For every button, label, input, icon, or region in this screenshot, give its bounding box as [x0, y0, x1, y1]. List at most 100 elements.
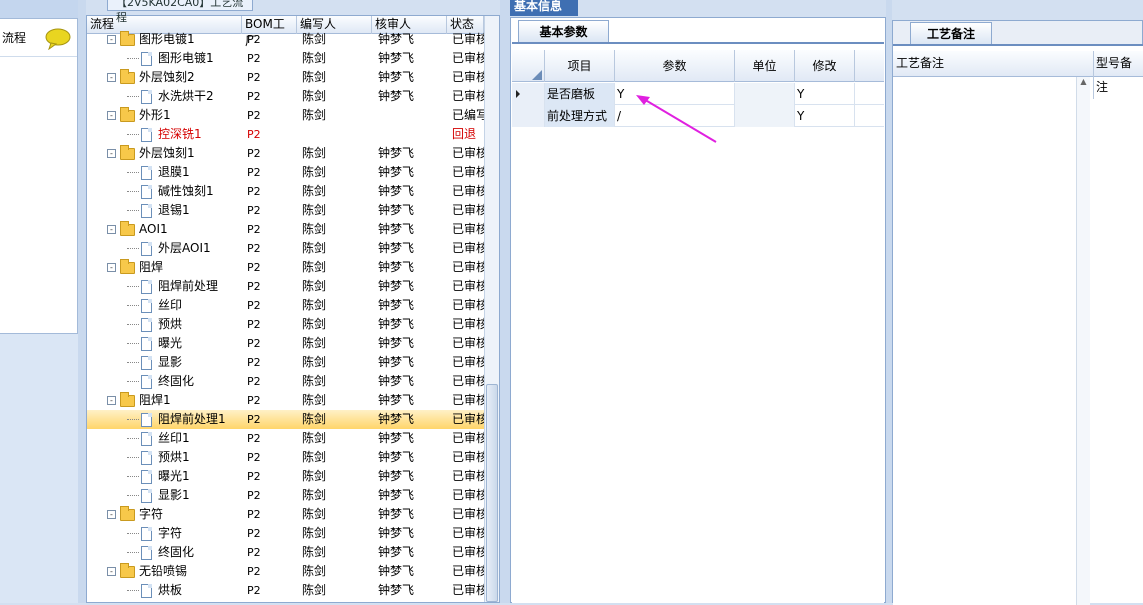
tree-row[interactable]: 曝光1 P2 陈剑 钟梦飞 已审核	[87, 467, 484, 486]
tree-row[interactable]: 终固化 P2 陈剑 钟梦飞 已审核	[87, 372, 484, 391]
col-header-modify[interactable]: 修改	[795, 50, 855, 82]
tree-row[interactable]: - 外形1 P2 陈剑 已编写	[87, 106, 484, 125]
tab-process-notes[interactable]: 工艺备注	[910, 22, 992, 44]
collapse-icon[interactable]: -	[107, 35, 116, 44]
collapse-icon[interactable]: -	[107, 396, 116, 405]
tree-node[interactable]: - 无铅喷锡	[107, 562, 247, 581]
tree-row[interactable]: 丝印 P2 陈剑 钟梦飞 已审核	[87, 296, 484, 315]
col-header-item[interactable]: 项目	[545, 50, 615, 82]
modify-cell[interactable]: Y	[795, 105, 855, 127]
tree-node[interactable]: 丝印	[127, 296, 247, 315]
middle-splitter[interactable]	[500, 0, 510, 603]
tree-node[interactable]: 终固化	[127, 543, 247, 562]
reviewer-cell: 钟梦飞	[378, 241, 415, 255]
tree-row[interactable]: 碱性蚀刻1 P2 陈剑 钟梦飞 已审核	[87, 182, 484, 201]
tree-node[interactable]: 曝光	[127, 334, 247, 353]
tree-row[interactable]: 丝印1 P2 陈剑 钟梦飞 已审核	[87, 429, 484, 448]
tree-node-label: 阻焊前处理	[158, 279, 219, 293]
tree-row[interactable]: 阻焊前处理1 P2 陈剑 钟梦飞 已审核	[87, 410, 484, 429]
tree-row[interactable]: 显影 P2 陈剑 钟梦飞 已审核	[87, 353, 484, 372]
tree-row[interactable]: 图形电镀1 P2 陈剑 钟梦飞 已审核	[87, 49, 484, 68]
tree-node[interactable]: 阻焊前处理1	[127, 410, 247, 429]
tab-basic-params[interactable]: 基本参数	[518, 20, 609, 42]
tree-node[interactable]: 外层AOI1	[127, 239, 247, 258]
left-splitter[interactable]	[78, 0, 86, 603]
tree-node[interactable]: - 外形1	[107, 106, 247, 125]
reviewer-cell: 钟梦飞	[378, 298, 415, 312]
unit-cell[interactable]	[735, 83, 795, 105]
tree-node[interactable]: - 阻焊	[107, 258, 247, 277]
tree-node[interactable]: 水洗烘干2	[127, 87, 247, 106]
tree-row[interactable]: 退膜1 P2 陈剑 钟梦飞 已审核	[87, 163, 484, 182]
status-cell: 已审核	[452, 336, 484, 350]
tree-row[interactable]: 终固化 P2 陈剑 钟梦飞 已审核	[87, 543, 484, 562]
tree-node[interactable]: - 图形电镀1	[107, 30, 247, 49]
tree-node[interactable]: - 字符	[107, 505, 247, 524]
unit-cell[interactable]	[735, 105, 795, 127]
tree-row[interactable]: 烘板 P2 陈剑 钟梦飞 已审核	[87, 581, 484, 600]
bom-cell: P2	[247, 185, 261, 198]
tree-row[interactable]: 曝光 P2 陈剑 钟梦飞 已审核	[87, 334, 484, 353]
tree-node[interactable]: - 外层蚀刻2	[107, 68, 247, 87]
tree-row[interactable]: - 字符 P2 陈剑 钟梦飞 已审核	[87, 505, 484, 524]
tree-row[interactable]: 字符 P2 陈剑 钟梦飞 已审核	[87, 524, 484, 543]
speech-bubble-icon[interactable]	[45, 28, 71, 53]
tree-row[interactable]: 阻焊前处理 P2 陈剑 钟梦飞 已审核	[87, 277, 484, 296]
tree-row[interactable]: - 阻焊1 P2 陈剑 钟梦飞 已审核	[87, 391, 484, 410]
tree-node[interactable]: 终固化	[127, 372, 247, 391]
tree-row[interactable]: - 外层蚀刻1 P2 陈剑 钟梦飞 已审核	[87, 144, 484, 163]
tree-node[interactable]: 字符	[127, 524, 247, 543]
tree-node[interactable]: 显影1	[127, 486, 247, 505]
tree-tab[interactable]: 【2V5KA02CA0】工艺流程	[107, 0, 253, 24]
bom-cell: P2	[247, 261, 261, 274]
tree-node-label: 烘板	[158, 583, 183, 597]
tree-node[interactable]: 显影	[127, 353, 247, 372]
collapse-icon[interactable]: -	[107, 73, 116, 82]
col-header-unit[interactable]: 单位	[735, 50, 795, 82]
collapse-icon[interactable]: -	[107, 510, 116, 519]
basic-info-title[interactable]: 基本信息	[510, 0, 578, 16]
tree-node[interactable]: 碱性蚀刻1	[127, 182, 247, 201]
tree-node[interactable]: 退膜1	[127, 163, 247, 182]
tree-row[interactable]: - 图形电镀1 P2 陈剑 钟梦飞 已审核	[87, 30, 484, 49]
collapse-icon[interactable]: -	[107, 263, 116, 272]
tree-node[interactable]: 预烘1	[127, 448, 247, 467]
tree-row[interactable]: - 阻焊 P2 陈剑 钟梦飞 已审核	[87, 258, 484, 277]
tree-row[interactable]: 退锡1 P2 陈剑 钟梦飞 已审核	[87, 201, 484, 220]
tree-node[interactable]: - 阻焊1	[107, 391, 247, 410]
tree-node[interactable]: 退锡1	[127, 201, 247, 220]
tree-node[interactable]: 预烘	[127, 315, 247, 334]
tree-node[interactable]: 烘板	[127, 581, 247, 600]
modify-cell[interactable]: Y	[795, 83, 855, 105]
tree-row[interactable]: 预烘 P2 陈剑 钟梦飞 已审核	[87, 315, 484, 334]
collapse-icon[interactable]: -	[107, 225, 116, 234]
tree-node[interactable]: - AOI1	[107, 220, 247, 239]
tree-row[interactable]: - 无铅喷锡 P2 陈剑 钟梦飞 已审核	[87, 562, 484, 581]
collapse-icon[interactable]: -	[107, 111, 116, 120]
tree-connector	[127, 381, 139, 382]
bom-cell: P2	[247, 242, 261, 255]
tree-scrollbar[interactable]	[484, 16, 499, 602]
tree-node[interactable]: 控深铣1	[127, 125, 247, 144]
tree-scroll-thumb[interactable]	[486, 384, 498, 602]
tree-node[interactable]: 丝印1	[127, 429, 247, 448]
tree-row[interactable]: - 外层蚀刻2 P2 陈剑 钟梦飞 已审核	[87, 68, 484, 87]
tree-row[interactable]: 水洗烘干2 P2 陈剑 钟梦飞 已审核	[87, 87, 484, 106]
tree-node[interactable]: 曝光1	[127, 467, 247, 486]
tree-node[interactable]: 阻焊前处理	[127, 277, 247, 296]
reviewer-cell: 钟梦飞	[378, 450, 415, 464]
process-notes-textarea[interactable]	[893, 77, 1090, 605]
tree-row[interactable]: 显影1 P2 陈剑 钟梦飞 已审核	[87, 486, 484, 505]
tree-row[interactable]: - AOI1 P2 陈剑 钟梦飞 已审核	[87, 220, 484, 239]
tree-row[interactable]: 预烘1 P2 陈剑 钟梦飞 已审核	[87, 448, 484, 467]
collapse-icon[interactable]: -	[107, 567, 116, 576]
tree-node[interactable]: 图形电镀1	[127, 49, 247, 68]
tree-row[interactable]: 外层AOI1 P2 陈剑 钟梦飞 已审核	[87, 239, 484, 258]
tree-node[interactable]: - 外层蚀刻1	[107, 144, 247, 163]
process-notes-scrollbar[interactable]: ▲	[1076, 77, 1090, 605]
collapse-icon[interactable]: -	[107, 149, 116, 158]
col-header-param[interactable]: 参数	[615, 50, 735, 82]
bom-cell: P2	[247, 318, 261, 331]
bom-cell: P2	[247, 394, 261, 407]
tree-row[interactable]: 控深铣1 P2 回退	[87, 125, 484, 144]
